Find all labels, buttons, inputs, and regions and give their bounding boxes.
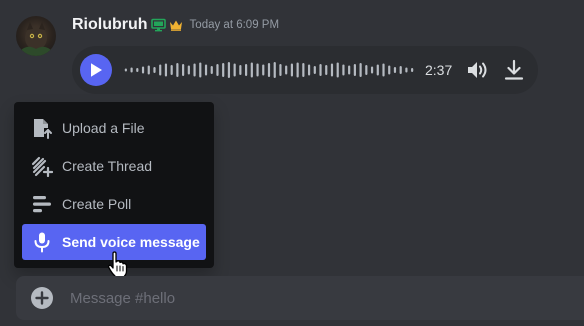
download-icon (504, 59, 524, 80)
waveform-bar (342, 64, 345, 76)
attach-menu: Upload a File Create Thread Create Poll (14, 102, 214, 268)
waveform-bar (319, 64, 322, 76)
waveform-bar (130, 67, 133, 73)
waveform-bar (239, 65, 242, 75)
waveform-bar (325, 65, 328, 75)
waveform-bar (313, 66, 316, 74)
waveform-bar (164, 63, 168, 77)
waveform-bar (365, 65, 368, 75)
play-button[interactable] (80, 54, 112, 86)
message-timestamp: Today at 6:09 PM (189, 19, 280, 31)
waveform-bar (250, 62, 253, 78)
play-icon (91, 63, 102, 77)
poll-icon (30, 192, 54, 216)
waveform-bar (376, 64, 379, 76)
waveform-bar (353, 64, 356, 76)
voice-waveform[interactable] (123, 58, 415, 82)
menu-item-label: Create Poll (62, 196, 132, 212)
menu-item-create-thread[interactable]: Create Thread (22, 148, 206, 184)
username[interactable]: Riolubruh (72, 16, 148, 34)
add-attachment-button[interactable] (30, 286, 54, 310)
monitor-icon (150, 18, 166, 32)
waveform-bar (336, 62, 339, 78)
message-composer (16, 276, 584, 320)
waveform-bar (204, 64, 208, 76)
waveform-bar (193, 63, 196, 77)
waveform-bar (348, 65, 351, 75)
waveform-bar (382, 63, 385, 77)
voice-message-player: 2:37 (72, 46, 538, 94)
waveform-bar (147, 65, 150, 75)
waveform-bar (141, 66, 145, 74)
message-input[interactable] (70, 276, 570, 320)
download-button[interactable] (502, 58, 526, 82)
waveform-bar (199, 62, 202, 78)
waveform-bar (159, 64, 162, 76)
waveform-bar (256, 63, 259, 77)
waveform-bar (176, 63, 179, 77)
waveform-bar (216, 64, 219, 76)
waveform-bar (393, 67, 397, 73)
waveform-bar (359, 63, 362, 77)
waveform-bar (405, 67, 408, 73)
message-header: Riolubruh Today at 6:09 PM (72, 14, 279, 36)
waveform-bar (124, 68, 127, 72)
menu-item-label: Create Thread (62, 158, 153, 174)
crown-icon (169, 19, 183, 31)
plus-circle-icon (31, 287, 53, 309)
menu-item-label: Send voice message (62, 234, 200, 250)
waveform-bar (227, 62, 231, 78)
menu-item-create-poll[interactable]: Create Poll (22, 186, 206, 222)
waveform-bar (153, 67, 156, 73)
hand-cursor-icon (107, 251, 128, 279)
waveform-bar (136, 68, 139, 72)
waveform-bar (399, 66, 402, 74)
waveform-bar (273, 62, 276, 78)
waveform-bar (267, 63, 271, 77)
waveform-bar (233, 63, 236, 77)
waveform-bar (302, 63, 305, 77)
thread-icon (30, 154, 54, 178)
waveform-bar (182, 64, 185, 76)
waveform-bar (170, 65, 173, 75)
volume-icon (468, 62, 487, 78)
waveform-bar (296, 62, 299, 78)
file-upload-icon (30, 116, 54, 140)
waveform-bar (187, 65, 190, 75)
waveform-bar (245, 64, 248, 76)
avatar[interactable] (16, 16, 56, 56)
waveform-bar (285, 65, 288, 75)
waveform-bar (388, 65, 391, 75)
waveform-bar (222, 63, 225, 77)
waveform-bar (307, 64, 311, 76)
volume-button[interactable] (465, 58, 491, 82)
waveform-bar (411, 68, 414, 72)
microphone-icon (30, 230, 54, 254)
waveform-bar (290, 63, 293, 77)
waveform-bar (210, 66, 213, 74)
waveform-bar (279, 64, 282, 76)
menu-item-upload-file[interactable]: Upload a File (22, 110, 206, 146)
menu-item-label: Upload a File (62, 120, 145, 136)
voice-duration: 2:37 (425, 62, 453, 78)
waveform-bar (330, 63, 334, 77)
waveform-bar (262, 64, 265, 76)
waveform-bar (370, 66, 374, 74)
